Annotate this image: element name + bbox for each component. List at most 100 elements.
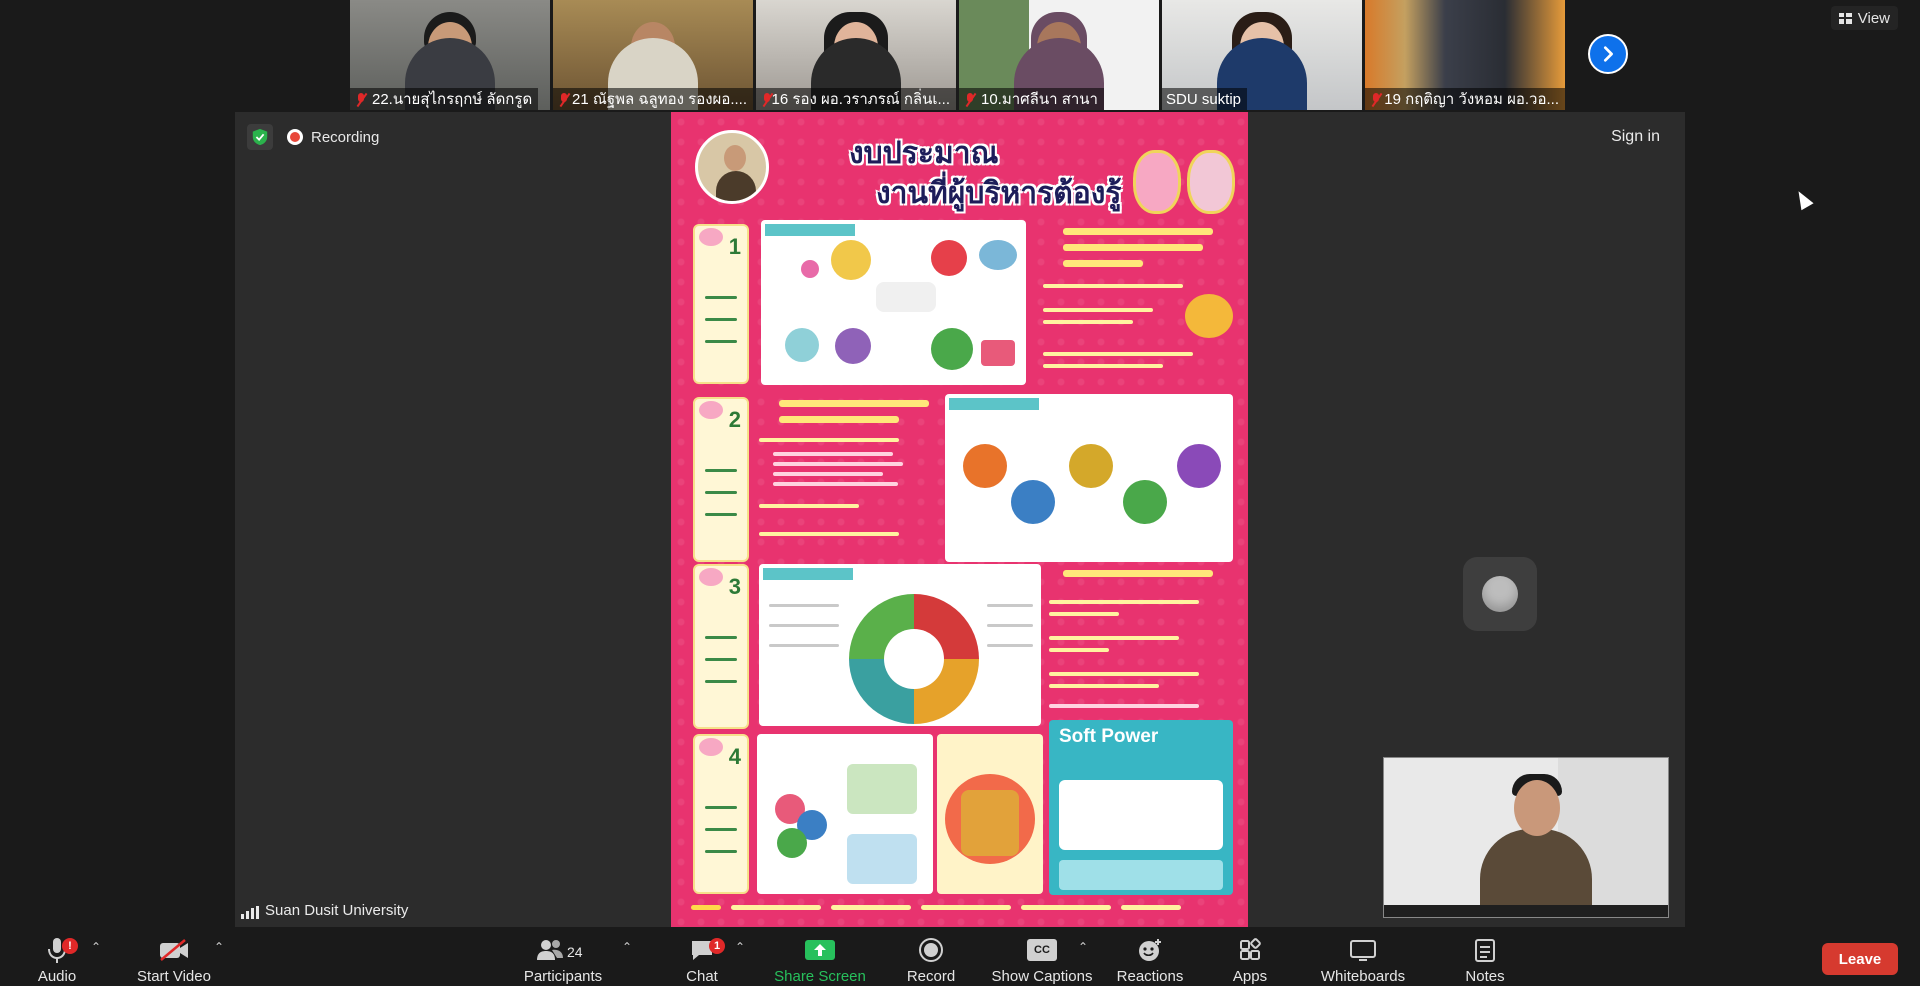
host-name: Suan Dusit University xyxy=(265,902,409,919)
audio-options-caret-icon[interactable]: ⌃ xyxy=(91,940,101,954)
gallery-next-button[interactable] xyxy=(1588,34,1628,74)
avatar xyxy=(1480,829,1592,917)
captions-label: Show Captions xyxy=(991,968,1093,985)
poster-logo xyxy=(1133,150,1181,214)
participant-tile[interactable]: 10.มาศลีนา สานา xyxy=(959,0,1159,110)
section-number: 1 xyxy=(728,234,741,259)
participant-name-text: 22.นายสุไกรฤกษ์ ลัดกรูด xyxy=(372,91,533,108)
poster-subtitle: งานที่ผู้บริหารต้องรู้ xyxy=(876,177,1122,210)
poster-section-3: 3 xyxy=(693,564,749,729)
participants-options-caret-icon[interactable]: ⌃ xyxy=(622,940,632,954)
record-button[interactable]: Record xyxy=(904,928,958,986)
participant-name-text: 10.มาศลีนา สานา xyxy=(981,91,1098,108)
recording-indicator[interactable]: Recording xyxy=(287,124,379,150)
poster-card xyxy=(759,564,1041,726)
view-label: View xyxy=(1857,9,1890,27)
share-screen-label: Share Screen xyxy=(774,968,866,985)
mic-muted-icon xyxy=(963,92,977,107)
poster-text-block xyxy=(1033,224,1233,384)
participants-label: Participants xyxy=(523,968,603,985)
notes-button[interactable]: Notes xyxy=(1460,928,1510,986)
poster-card-soft-power: Soft Power xyxy=(1049,720,1233,895)
audio-warning-badge: ! xyxy=(62,938,78,954)
share-screen-button[interactable]: Share Screen xyxy=(770,928,870,986)
participant-name-text: 16 รอง ผอ.วราภรณ์ กลิ่นเ... xyxy=(771,91,950,108)
whiteboard-icon xyxy=(1346,934,1380,966)
share-screen-icon xyxy=(803,934,837,966)
participant-tile[interactable]: 22.นายสุไกรฤกษ์ ลัดกรูด xyxy=(350,0,550,110)
poster-card xyxy=(945,394,1233,562)
meeting-toolbar: ! Audio ⌃ Start Video ⌃ 24 Participants … xyxy=(0,928,1920,986)
microphone-icon: ! xyxy=(40,934,78,966)
participant-tile[interactable]: 19 กฤติญา วังหอม ผอ.วอ... xyxy=(1365,0,1565,110)
apps-icon xyxy=(1233,934,1267,966)
show-captions-button[interactable]: CC Show Captions xyxy=(990,928,1094,986)
participant-name-text: 19 กฤติญา วังหอม ผอ.วอ... xyxy=(1384,91,1559,108)
speaker-video-thumbnail[interactable] xyxy=(1383,757,1669,918)
audio-button[interactable]: ! Audio xyxy=(34,928,80,986)
leave-button[interactable]: Leave xyxy=(1822,943,1898,975)
mouse-cursor-icon xyxy=(1792,187,1814,211)
poster-card xyxy=(937,734,1043,894)
participant-name: 22.นายสุไกรฤกษ์ ลัดกรูด xyxy=(350,88,539,110)
soft-power-title: Soft Power xyxy=(1059,726,1159,747)
signal-strength-icon xyxy=(241,906,259,919)
mic-muted-icon xyxy=(354,92,368,107)
chat-button[interactable]: 1 Chat xyxy=(680,928,725,986)
poster-text-block xyxy=(759,394,949,564)
start-video-button[interactable]: Start Video xyxy=(132,928,216,986)
video-off-icon xyxy=(157,934,191,966)
mic-muted-icon xyxy=(1369,92,1380,107)
active-speaker-label: Suan Dusit University xyxy=(241,902,408,919)
emoji-plus-icon xyxy=(1133,934,1167,966)
participant-tile[interactable]: SDU suktip xyxy=(1162,0,1362,110)
notes-icon xyxy=(1468,934,1502,966)
chevron-right-icon xyxy=(1603,46,1613,62)
participants-button[interactable]: 24 Participants xyxy=(520,928,606,986)
section-number: 2 xyxy=(728,407,741,432)
video-options-caret-icon[interactable]: ⌃ xyxy=(214,940,224,954)
participant-name-text: 21 ณัฐพล ฉลูทอง รองผอ.... xyxy=(572,91,747,108)
record-dot-icon xyxy=(287,129,303,145)
poster-footer xyxy=(691,895,1228,919)
poster-card xyxy=(761,220,1026,385)
chat-unread-badge: 1 xyxy=(709,938,725,954)
cc-text: CC xyxy=(1027,939,1057,961)
participant-count: 24 xyxy=(567,944,583,960)
captions-options-caret-icon[interactable]: ⌃ xyxy=(1078,940,1088,954)
security-shield-icon[interactable] xyxy=(247,124,273,150)
sign-in-link[interactable]: Sign in xyxy=(1611,128,1660,146)
participant-name: SDU suktip xyxy=(1162,88,1248,110)
poster-logo xyxy=(1187,150,1235,214)
poster-portrait xyxy=(695,130,769,204)
poster-text-block xyxy=(1049,564,1234,724)
poster-section-4: 4 xyxy=(693,734,749,894)
poster-section-1: 1 xyxy=(693,224,749,384)
participant-gallery: 22.นายสุไกรฤกษ์ ลัดกรูด 21 ณัฐพล ฉลูทอง … xyxy=(350,0,1565,110)
apps-button[interactable]: Apps xyxy=(1230,928,1270,986)
closed-captions-icon: CC xyxy=(1025,934,1059,966)
shared-poster: งบประมาณ งานที่ผู้บริหารต้องรู้ 1 2 3 4 … xyxy=(671,112,1248,927)
participant-tile[interactable]: 21 ณัฐพล ฉลูทอง รองผอ.... xyxy=(553,0,753,110)
chat-label: Chat xyxy=(686,968,718,985)
chat-options-caret-icon[interactable]: ⌃ xyxy=(735,940,745,954)
poster-section-2: 2 xyxy=(693,397,749,562)
participants-icon: 24 xyxy=(533,934,593,966)
participant-name-text: SDU suktip xyxy=(1166,90,1242,108)
whiteboards-button[interactable]: Whiteboards xyxy=(1316,928,1410,986)
poster-card xyxy=(757,734,933,894)
mic-muted-icon xyxy=(557,92,568,107)
floating-camera-button[interactable] xyxy=(1463,557,1537,631)
notes-label: Notes xyxy=(1465,968,1505,985)
participant-tile[interactable]: 16 รอง ผอ.วราภรณ์ กลิ่นเ... xyxy=(756,0,956,110)
chat-icon: 1 xyxy=(685,934,725,966)
apps-label: Apps xyxy=(1232,968,1268,985)
view-button[interactable]: View xyxy=(1830,6,1898,30)
participant-name: 19 กฤติญา วังหอม ผอ.วอ... xyxy=(1365,88,1565,110)
reactions-button[interactable]: Reactions xyxy=(1116,928,1184,986)
whiteboards-label: Whiteboards xyxy=(1320,968,1406,985)
participant-name: 16 รอง ผอ.วราภรณ์ กลิ่นเ... xyxy=(756,88,956,110)
recording-label: Recording xyxy=(311,128,380,146)
record-icon xyxy=(914,934,948,966)
participant-name: 21 ณัฐพล ฉลูทอง รองผอ.... xyxy=(553,88,753,110)
